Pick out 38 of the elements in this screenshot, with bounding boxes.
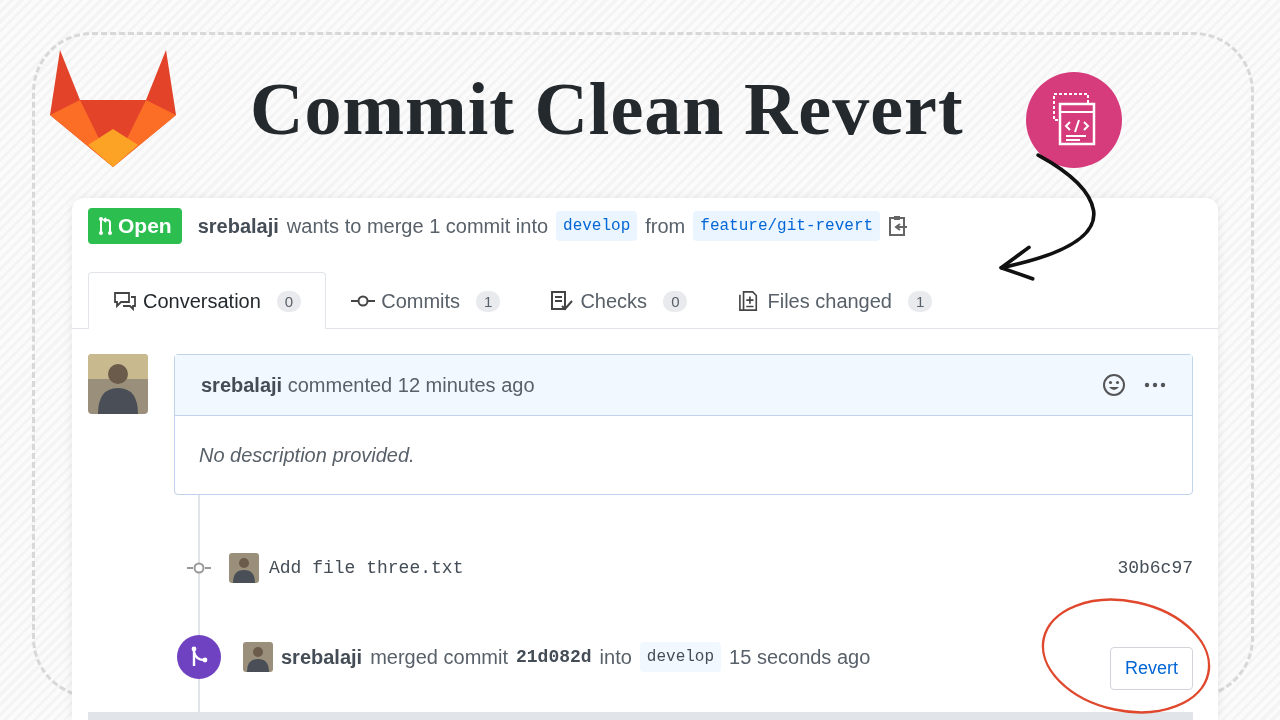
branch-label[interactable]: develop bbox=[639, 642, 722, 672]
copy-icon[interactable] bbox=[888, 215, 909, 237]
event-text: merged commit bbox=[370, 645, 508, 669]
count-badge: 1 bbox=[908, 290, 933, 312]
comment-header: srebalaji commented 12 minutes ago bbox=[201, 373, 535, 397]
count-badge: 0 bbox=[663, 290, 688, 312]
avatar bbox=[88, 354, 148, 414]
comment-body: No description provided. bbox=[199, 443, 415, 467]
branch-label[interactable]: feature/git-revert bbox=[693, 211, 881, 241]
checklist-icon bbox=[550, 291, 575, 311]
avatar bbox=[229, 553, 259, 583]
timestamp: 15 seconds ago bbox=[729, 645, 871, 669]
speech-bubbles-icon bbox=[113, 291, 137, 311]
merge-icon bbox=[177, 635, 221, 679]
commit-sha[interactable]: 21d082d bbox=[516, 647, 592, 667]
emoji-icon[interactable] bbox=[1102, 373, 1126, 397]
video-title: Commit Clean Revert bbox=[250, 72, 964, 146]
commit-icon bbox=[187, 561, 211, 575]
tab[interactable]: Files changed 1 bbox=[712, 272, 958, 329]
event-text: into bbox=[599, 645, 632, 669]
author-link[interactable]: srebalaji bbox=[197, 214, 279, 238]
status-label: Open bbox=[118, 214, 172, 238]
revert-button[interactable]: Revert bbox=[1110, 646, 1193, 690]
tab[interactable]: Commits 1 bbox=[326, 272, 526, 329]
merge-summary: from bbox=[645, 214, 686, 238]
merge-summary: wants to merge 1 commit into bbox=[286, 214, 549, 238]
author-link[interactable]: srebalaji bbox=[281, 645, 363, 669]
tab[interactable]: Checks 0 bbox=[525, 272, 713, 329]
code-window-icon bbox=[1025, 72, 1122, 168]
tab[interactable]: Conversation 0 bbox=[88, 272, 327, 329]
more-icon[interactable] bbox=[1144, 382, 1166, 388]
count-badge: 1 bbox=[476, 290, 501, 312]
branch-label[interactable]: develop bbox=[556, 211, 638, 241]
pull-request-icon bbox=[98, 216, 114, 236]
commit-sha[interactable]: 30b6c97 bbox=[1117, 558, 1193, 578]
commit-message[interactable]: Add file three.txt bbox=[269, 558, 464, 578]
avatar bbox=[243, 642, 273, 672]
count-badge: 0 bbox=[276, 290, 302, 312]
